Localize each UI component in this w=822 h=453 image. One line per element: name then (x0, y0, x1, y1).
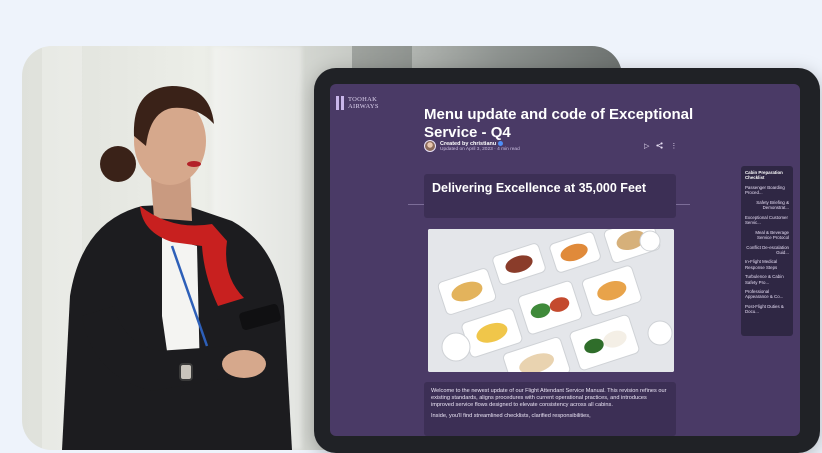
toc-item[interactable]: In-Flight Medical Response Steps (745, 259, 789, 269)
flight-attendant-illustration (62, 86, 292, 450)
document-title: Menu update and code of Exceptional Serv… (424, 106, 694, 141)
toc-item[interactable]: Exceptional Customer Servic... (745, 215, 789, 225)
logo-text-line1: TOOHAK (348, 96, 378, 103)
share-icon[interactable] (656, 142, 664, 151)
toc-item[interactable]: Professional Appearance & Co... (745, 289, 789, 299)
toc-item[interactable]: Meal & Beverage Service Protocol (745, 230, 789, 240)
toc-item[interactable]: Turbulence & Cabin Safety Pro... (745, 274, 789, 284)
meal-trays-image (428, 229, 674, 372)
tablet-device: TOOHAK AIRWAYS Menu update and code of E… (314, 68, 820, 453)
document-actions: ▷ ⋮ (644, 142, 677, 151)
logo-text-line2: AIRWAYS (348, 103, 379, 110)
toc-item[interactable]: Post-Flight Duties & Docu... (745, 304, 789, 314)
author-info: Created by christianu Updated on April 3… (424, 140, 520, 152)
hero-banner: Delivering Excellence at 35,000 Feet (424, 174, 676, 218)
toc-item[interactable]: Cabin Preparation Checklist (745, 170, 789, 180)
toc-item[interactable]: Safety Briefing & Demonstrat... (745, 200, 789, 210)
toc-item[interactable]: Passenger Boarding Proced... (745, 185, 789, 195)
play-icon[interactable]: ▷ (644, 142, 649, 151)
intro-text: Welcome to the newest update of our Flig… (424, 382, 676, 436)
avatar[interactable] (424, 140, 436, 152)
document-meta: Updated on April 3, 2023 · 4 min read (440, 146, 520, 152)
more-icon[interactable]: ⋮ (670, 142, 677, 151)
intro-paragraph-2: Inside, you'll find streamlined checklis… (431, 413, 591, 419)
logo-mark-icon (336, 96, 344, 110)
airline-logo[interactable]: TOOHAK AIRWAYS (336, 96, 379, 110)
intro-paragraph-1: Welcome to the newest update of our Flig… (431, 388, 667, 408)
verified-badge-icon (498, 141, 504, 146)
table-of-contents: Cabin Preparation Checklist Passenger Bo… (741, 166, 793, 336)
toc-item[interactable]: Conflict De-escalation Guid... (745, 245, 789, 255)
hero-title: Delivering Excellence at 35,000 Feet (432, 181, 647, 195)
document-viewer: TOOHAK AIRWAYS Menu update and code of E… (330, 84, 800, 436)
